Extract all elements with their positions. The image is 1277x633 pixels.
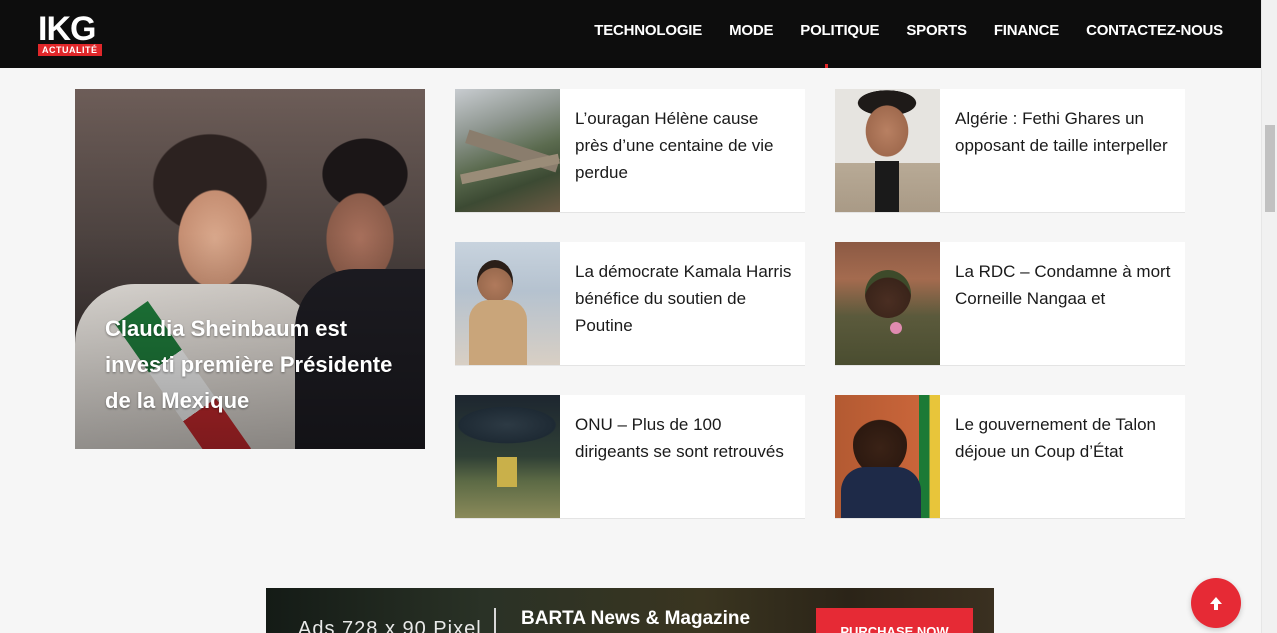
- article-title[interactable]: Algérie : Fethi Ghares un opposant de ta…: [955, 105, 1173, 159]
- ad-banner[interactable]: Ads 728 x 90 Pixel BARTA News & Magazine…: [266, 588, 994, 633]
- arrow-up-icon: [1210, 597, 1222, 610]
- nav-item-politique[interactable]: POLITIQUE: [800, 22, 879, 39]
- ad-size-text: Ads 728 x 90 Pixel: [298, 618, 482, 633]
- nav-item-finance[interactable]: FINANCE: [994, 22, 1059, 39]
- logo-subtitle: ACTUALITÉ: [38, 44, 102, 56]
- ad-purchase-button[interactable]: PURCHASE NOW: [816, 608, 973, 633]
- article-card[interactable]: L’ouragan Hélène cause près d’une centai…: [455, 89, 805, 213]
- back-to-top-button[interactable]: [1191, 578, 1241, 628]
- ad-title: BARTA News & Magazine: [521, 608, 751, 629]
- featured-article[interactable]: Claudia Sheinbaum est investi première P…: [75, 89, 425, 449]
- article-thumbnail[interactable]: [835, 242, 940, 365]
- article-card[interactable]: La RDC – Condamne à mort Corneille Nanga…: [835, 242, 1185, 366]
- article-thumbnail[interactable]: [455, 395, 560, 518]
- ad-divider: [494, 608, 496, 633]
- article-thumbnail[interactable]: [455, 89, 560, 212]
- article-thumbnail[interactable]: [835, 89, 940, 212]
- nav-item-technologie[interactable]: TECHNOLOGIE: [594, 22, 702, 39]
- nav-item-contactez-nous[interactable]: CONTACTEZ-NOUS: [1086, 22, 1223, 39]
- article-thumbnail[interactable]: [455, 242, 560, 365]
- nav-item-mode[interactable]: MODE: [729, 22, 773, 39]
- article-title[interactable]: La RDC – Condamne à mort Corneille Nanga…: [955, 258, 1173, 312]
- article-card[interactable]: La démocrate Kamala Harris bénéfice du s…: [455, 242, 805, 366]
- article-card[interactable]: Algérie : Fethi Ghares un opposant de ta…: [835, 89, 1185, 213]
- scrollbar-thumb[interactable]: [1265, 125, 1275, 212]
- nav-active-marker: [825, 64, 828, 68]
- article-card[interactable]: ONU – Plus de 100 dirigeants se sont ret…: [455, 395, 805, 519]
- article-title[interactable]: Le gouvernement de Talon déjoue un Coup …: [955, 411, 1173, 465]
- site-header: IKG ACTUALITÉ TECHNOLOGIE MODE POLITIQUE…: [0, 0, 1261, 68]
- article-card[interactable]: Le gouvernement de Talon déjoue un Coup …: [835, 395, 1185, 519]
- main-nav: TECHNOLOGIE MODE POLITIQUE SPORTS FINANC…: [594, 0, 1223, 60]
- featured-title[interactable]: Claudia Sheinbaum est investi première P…: [105, 311, 405, 419]
- article-thumbnail[interactable]: [835, 395, 940, 518]
- page-scrollbar[interactable]: [1261, 0, 1277, 633]
- site-logo[interactable]: IKG ACTUALITÉ: [38, 10, 110, 58]
- article-title[interactable]: ONU – Plus de 100 dirigeants se sont ret…: [575, 411, 793, 465]
- article-title[interactable]: La démocrate Kamala Harris bénéfice du s…: [575, 258, 793, 339]
- article-title[interactable]: L’ouragan Hélène cause près d’une centai…: [575, 105, 793, 186]
- nav-item-sports[interactable]: SPORTS: [906, 22, 967, 39]
